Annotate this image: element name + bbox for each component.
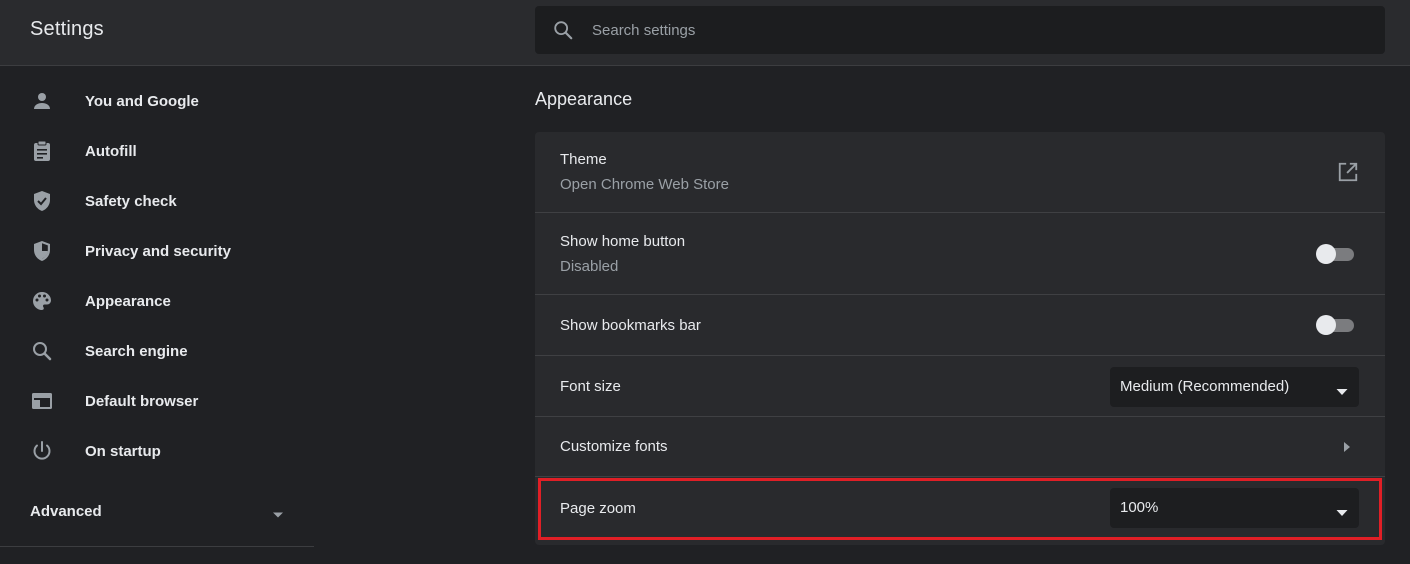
caret-down-icon (1336, 504, 1348, 522)
caret-down-icon (1336, 383, 1348, 401)
search-box[interactable] (535, 6, 1385, 54)
bookmarks-bar-row[interactable]: Show bookmarks bar (535, 294, 1385, 356)
sidebar-item-label: Safety check (85, 192, 177, 210)
customize-fonts-row[interactable]: Customize fonts (535, 416, 1385, 477)
advanced-label: Advanced (30, 502, 102, 520)
font-size-row: Font size Medium (Recommended) (535, 355, 1385, 417)
theme-label: Theme (560, 151, 607, 168)
font-size-label: Font size (560, 378, 621, 395)
person-icon (30, 89, 54, 113)
sidebar-advanced-toggle[interactable]: Advanced (0, 486, 314, 536)
toggle-knob (1316, 315, 1336, 335)
section-title-appearance: Appearance (535, 89, 633, 109)
font-size-value: Medium (Recommended) (1120, 378, 1290, 395)
sidebar-item-privacy-and-security[interactable]: Privacy and security (0, 226, 314, 276)
caret-down-icon (272, 506, 284, 524)
sidebar-item-label: Autofill (85, 142, 137, 160)
page-zoom-value: 100% (1120, 499, 1159, 516)
customize-fonts-label: Customize fonts (560, 438, 668, 455)
page-zoom-select[interactable]: 100% (1110, 488, 1359, 528)
bookmarks-bar-toggle[interactable] (1316, 315, 1356, 335)
shield-half-icon (30, 239, 54, 263)
app-title: Settings (30, 18, 104, 40)
power-icon (30, 439, 54, 463)
appearance-card: Theme Open Chrome Web Store Show home bu… (535, 132, 1385, 545)
sidebar-item-label: Appearance (85, 292, 171, 310)
sidebar-item-on-startup[interactable]: On startup (0, 426, 314, 476)
sidebar-item-search-engine[interactable]: Search engine (0, 326, 314, 376)
chevron-right-icon (1343, 440, 1351, 458)
sidebar-item-label: You and Google (85, 92, 199, 110)
page-zoom-row: Page zoom 100% (535, 476, 1385, 546)
theme-sublabel: Open Chrome Web Store (560, 176, 729, 193)
sidebar-item-label: On startup (85, 442, 161, 460)
sidebar-item-autofill[interactable]: Autofill (0, 126, 314, 176)
search-icon (552, 19, 574, 41)
theme-row[interactable]: Theme Open Chrome Web Store (535, 132, 1385, 212)
sidebar-divider (0, 546, 314, 547)
header-bar: Settings (0, 0, 1410, 66)
sidebar-item-you-and-google[interactable]: You and Google (0, 76, 314, 126)
home-button-label: Show home button (560, 233, 686, 250)
toggle-knob (1316, 244, 1336, 264)
clipboard-icon (30, 139, 54, 163)
browser-window-icon (30, 389, 54, 413)
sidebar-item-label: Search engine (85, 342, 188, 360)
search-input[interactable] (592, 6, 1352, 54)
external-link-icon[interactable] (1337, 161, 1359, 188)
search-icon (30, 339, 54, 363)
home-button-toggle[interactable] (1316, 244, 1356, 264)
home-button-sublabel: Disabled (560, 258, 619, 275)
sidebar-item-appearance[interactable]: Appearance (0, 276, 314, 326)
shield-check-icon (30, 189, 54, 213)
sidebar-item-label: Default browser (85, 392, 199, 410)
palette-icon (30, 289, 54, 313)
sidebar-item-default-browser[interactable]: Default browser (0, 376, 314, 426)
bookmarks-bar-label: Show bookmarks bar (560, 317, 701, 334)
page-zoom-label: Page zoom (560, 500, 636, 517)
sidebar: You and Google Autofill Safety check Pri… (0, 66, 314, 564)
font-size-select[interactable]: Medium (Recommended) (1110, 367, 1359, 407)
sidebar-item-safety-check[interactable]: Safety check (0, 176, 314, 226)
sidebar-item-label: Privacy and security (85, 242, 231, 260)
home-button-row[interactable]: Show home button Disabled (535, 212, 1385, 295)
